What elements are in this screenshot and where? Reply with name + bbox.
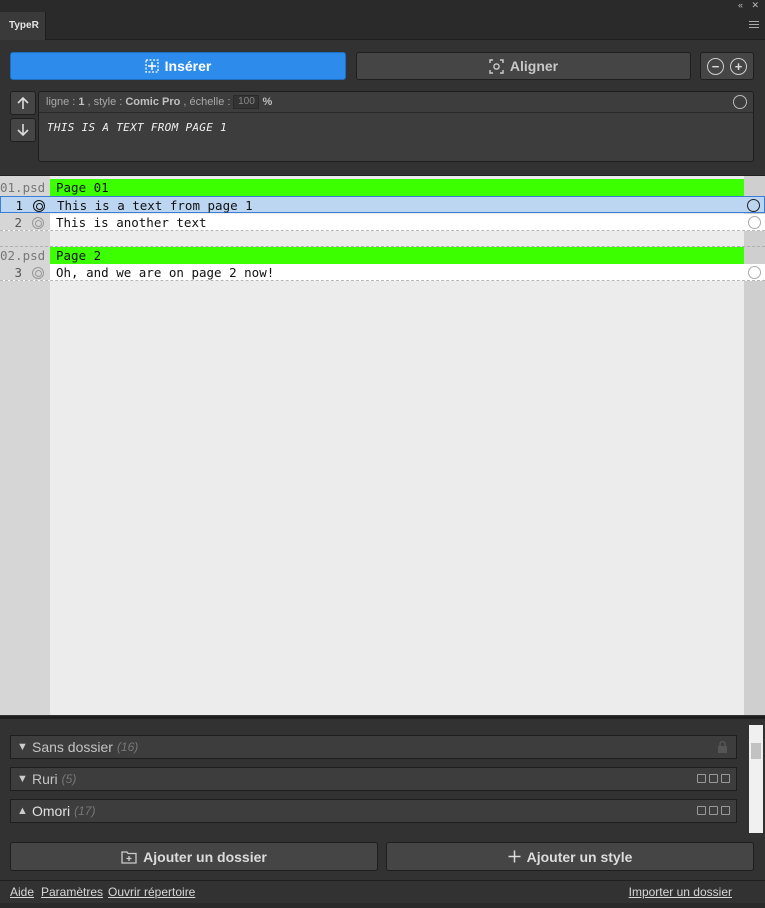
help-link[interactable]: Aide [10, 885, 34, 899]
folder-name: Omori [32, 803, 71, 819]
align-icon [489, 58, 504, 74]
chevron-down-icon[interactable]: ▼ [17, 773, 29, 785]
scale-input[interactable]: 100 [233, 95, 260, 109]
page-title: Page 01 [50, 179, 744, 196]
goto-icon[interactable] [748, 216, 761, 229]
edit-icon[interactable] [709, 774, 718, 783]
scale-prefix: , échelle : [183, 95, 231, 108]
tab-typer[interactable]: TypeR [0, 12, 46, 40]
line-number: 3 [14, 265, 22, 280]
folder-count: (5) [61, 772, 77, 786]
line-text: This is a text from page 1 [57, 198, 253, 213]
line-prefix: ligne : [46, 95, 76, 108]
panel-top-bar: « ✕ [0, 0, 765, 12]
folder-name: Ruri [32, 771, 58, 787]
current-text[interactable]: THIS IS A TEXT FROM PAGE 1 [39, 113, 753, 134]
styles-folders: ▼ Sans dossier (16) ▼ Ruri (5) ▲ Omori (… [0, 716, 765, 833]
lock-icon [718, 741, 727, 753]
line-info: ligne : 1, style : Comic Pro, échelle : … [39, 92, 753, 113]
text-line[interactable]: 1 This is a text from page 1 [0, 196, 765, 213]
style-prefix: , style : [87, 95, 123, 108]
page-header[interactable]: 01.psd Page 01 [0, 179, 765, 196]
arrow-up-icon [17, 96, 29, 109]
close-icon[interactable]: ✕ [751, 0, 759, 10]
folder-name: Sans dossier [32, 739, 113, 755]
footer: Aide Paramètres Ouvrir répertoire Import… [0, 880, 765, 902]
previous-line-button[interactable] [10, 91, 36, 115]
line-text: Oh, and we are on page 2 now! [56, 265, 275, 280]
collapse-icon[interactable]: « [738, 0, 743, 10]
next-line-button[interactable] [10, 118, 36, 142]
tab-bar: TypeR [0, 12, 765, 40]
goto-icon[interactable] [733, 95, 747, 109]
chevron-down-icon[interactable]: ▼ [17, 741, 29, 753]
export-icon[interactable] [721, 774, 730, 783]
duplicate-icon[interactable] [697, 806, 706, 815]
folders-scrollbar[interactable] [749, 725, 763, 833]
panel-menu-icon[interactable] [749, 21, 759, 30]
export-icon[interactable] [721, 806, 730, 815]
text-line[interactable]: 3 Oh, and we are on page 2 now! [0, 264, 765, 281]
add-folder-button[interactable]: Ajouter un dossier [10, 842, 378, 871]
scale-unit: % [262, 95, 273, 108]
add-folder-label: Ajouter un dossier [143, 848, 267, 865]
target-icon [32, 267, 44, 279]
folder-ruri[interactable]: ▼ Ruri (5) [10, 767, 737, 791]
text-line[interactable]: 2 This is another text [0, 214, 765, 231]
insert-label: Insérer [164, 58, 212, 74]
line-text: This is another text [56, 215, 207, 230]
duplicate-icon[interactable] [697, 774, 706, 783]
settings-link[interactable]: Paramètres [41, 885, 103, 899]
open-directory-link[interactable]: Ouvrir répertoire [108, 885, 195, 899]
current-line-panel: ligne : 1, style : Comic Pro, échelle : … [38, 91, 754, 162]
align-label: Aligner [509, 58, 559, 74]
arrow-down-icon [17, 124, 29, 137]
goto-icon[interactable] [748, 266, 761, 279]
folder-omori[interactable]: ▲ Omori (17) [10, 799, 737, 823]
target-icon [32, 217, 44, 229]
goto-icon[interactable] [747, 199, 760, 212]
insert-button[interactable]: Insérer [10, 52, 346, 80]
chevron-up-icon[interactable]: ▲ [17, 805, 29, 817]
add-folder-icon [121, 850, 137, 864]
page-title: Page 2 [50, 247, 744, 264]
decrease-icon[interactable]: − [707, 57, 724, 75]
page-file-name: 01.psd [0, 180, 46, 195]
line-number: 1 [78, 95, 85, 108]
text-list: 01.psd Page 01 1 This is a text from pag… [0, 175, 765, 715]
add-style-button[interactable]: Ajouter un style [386, 842, 754, 871]
insert-icon [144, 59, 159, 73]
panel-bottom-edge [0, 903, 765, 908]
typer-panel: « ✕ TypeR Insérer Aligner − + ligne : 1,… [0, 0, 765, 908]
align-button[interactable]: Aligner [356, 52, 691, 80]
page-header[interactable]: 02.psd Page 2 [0, 247, 765, 264]
target-icon [33, 200, 45, 212]
plus-icon [508, 850, 521, 863]
line-number: 2 [14, 215, 22, 230]
edit-icon[interactable] [709, 806, 718, 815]
folder-count: (16) [116, 740, 139, 754]
add-style-label: Ajouter un style [526, 848, 633, 865]
page-file-name: 02.psd [0, 248, 46, 263]
line-number: 1 [15, 198, 23, 213]
increase-icon[interactable]: + [730, 57, 747, 75]
folder-sans-dossier[interactable]: ▼ Sans dossier (16) [10, 735, 737, 759]
style-name: Comic Pro [125, 95, 181, 108]
folder-count: (17) [74, 804, 96, 818]
import-folder-link[interactable]: Importer un dossier [629, 885, 732, 899]
size-controls: − + [700, 52, 754, 80]
